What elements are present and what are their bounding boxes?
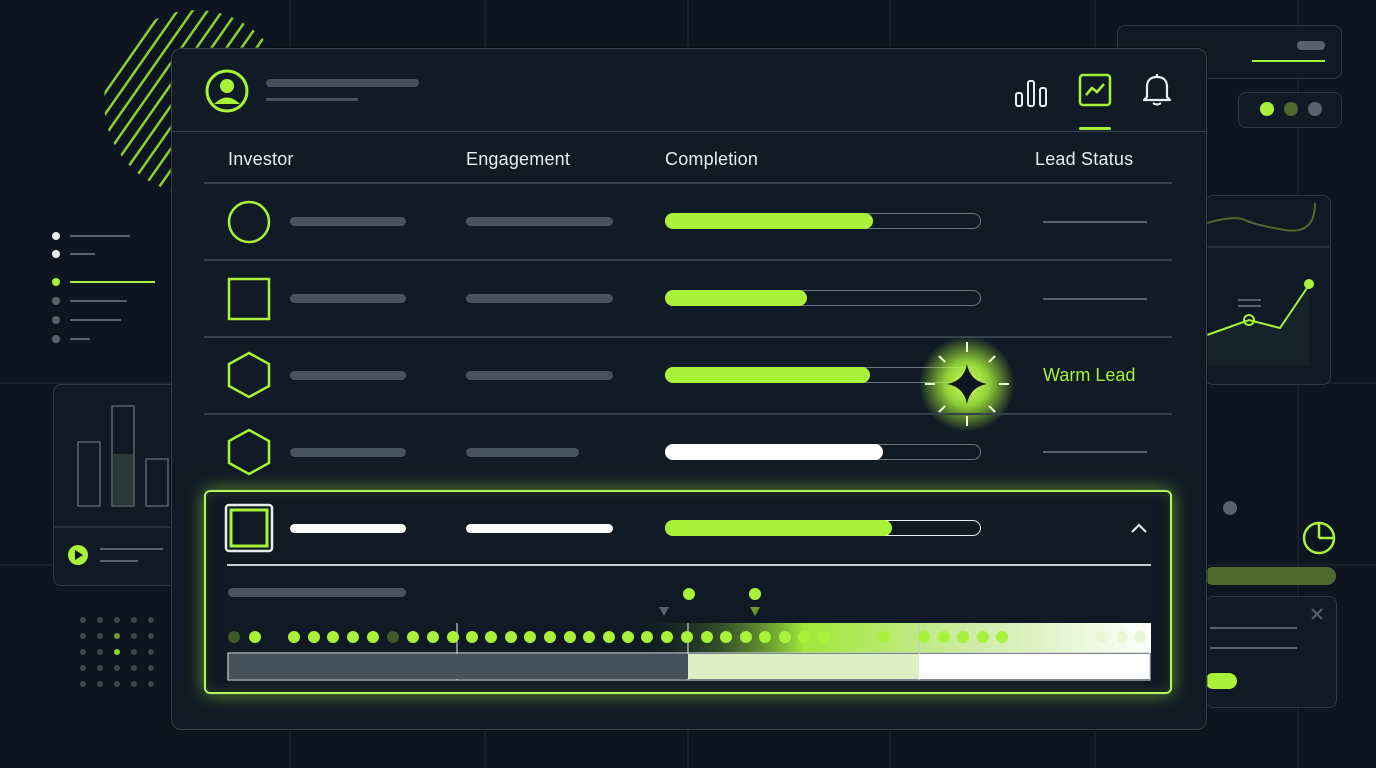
bg-bar-chart [53, 405, 183, 565]
timeline-dot [661, 631, 673, 643]
timeline-dot [485, 631, 497, 643]
engagement-placeholder [466, 294, 613, 303]
timeline-dot [447, 631, 459, 643]
row-divider [204, 413, 1172, 415]
column-header-investor[interactable]: Investor [228, 149, 294, 170]
completion-progress-bar [664, 289, 981, 306]
investor-name-placeholder [290, 448, 406, 457]
lead-status-placeholder [1043, 451, 1147, 453]
engagement-placeholder [466, 217, 613, 226]
timeline-dot [918, 631, 930, 643]
column-header-completion[interactable]: Completion [665, 149, 758, 170]
timeline-dot [957, 631, 969, 643]
bg-pie-decor [1204, 501, 1336, 585]
completion-progress-bar [664, 212, 981, 229]
timeline-dot [798, 631, 810, 643]
hexagon-icon [227, 428, 271, 476]
square-icon [224, 503, 274, 553]
header-subtitle-placeholder [266, 98, 358, 101]
column-header-lead-status[interactable]: Lead Status [1035, 149, 1133, 170]
timeline-dot [228, 631, 240, 643]
progress-fill [664, 519, 893, 536]
progress-fill [664, 443, 883, 460]
lead-status-placeholder [1043, 298, 1147, 300]
timeline-dot [740, 631, 752, 643]
timeline-dot [387, 631, 399, 643]
timeline-dot [407, 631, 419, 643]
timeline-dot [622, 631, 634, 643]
bell-icon[interactable] [1140, 72, 1174, 106]
expanded-divider [227, 564, 1151, 566]
timeline-dot [1096, 631, 1108, 643]
left-list-decoration [52, 232, 155, 343]
investor-name-placeholder [290, 294, 406, 303]
timeline-dot [681, 631, 693, 643]
engagement-timeline [227, 588, 1151, 681]
completion-progress-bar [664, 519, 981, 536]
timeline-dot [1116, 631, 1128, 643]
timeline-dot [367, 631, 379, 643]
timeline-dot [427, 631, 439, 643]
investor-name-placeholder [290, 524, 406, 533]
window-header [172, 49, 1206, 132]
square-icon [227, 277, 271, 321]
lead-status-badge: Warm Lead [1043, 365, 1136, 385]
engagement-placeholder [466, 448, 579, 457]
bg-modal-decor [1205, 608, 1323, 689]
chevron-up-icon[interactable] [1129, 521, 1149, 535]
timeline-dot [603, 631, 615, 643]
progress-fill [664, 366, 870, 383]
timeline-dot [288, 631, 300, 643]
lead-status-placeholder [1043, 221, 1147, 223]
investor-name-placeholder [290, 371, 406, 380]
header-divider [204, 182, 1172, 184]
timeline-dot [564, 631, 576, 643]
bg-dots-decor [1260, 102, 1322, 116]
timeline-dot [720, 631, 732, 643]
column-header-engagement[interactable]: Engagement [466, 149, 570, 170]
timeline-dot [327, 631, 339, 643]
timeline-dot [1134, 631, 1146, 643]
sparkle-icon [919, 336, 1015, 432]
row-divider [204, 259, 1172, 261]
timeline-dot [759, 631, 771, 643]
timeline-dot [938, 631, 950, 643]
row-divider [204, 336, 1172, 338]
timeline-dot [249, 631, 261, 643]
timeline-dot [779, 631, 791, 643]
timeline-dot [505, 631, 517, 643]
circle-icon [227, 200, 271, 244]
timeline-dot [524, 631, 536, 643]
header-title-placeholder [266, 79, 419, 87]
active-tab-indicator [1079, 127, 1111, 130]
timeline-dot [308, 631, 320, 643]
timeline-dot [996, 631, 1008, 643]
bg-dot-grid [80, 617, 154, 687]
bar-chart-icon[interactable] [1014, 75, 1048, 109]
investor-name-placeholder [290, 217, 406, 226]
timeline-dot [544, 631, 556, 643]
timeline-dot [818, 631, 830, 643]
crm-window: Investor Engagement Completion Lead Stat… [171, 48, 1207, 730]
timeline-dot [701, 631, 713, 643]
timeline-dot [466, 631, 478, 643]
line-chart-icon[interactable] [1078, 73, 1112, 107]
engagement-placeholder [466, 524, 613, 533]
completion-progress-bar [664, 443, 981, 460]
engagement-placeholder [466, 371, 613, 380]
progress-fill [664, 289, 807, 306]
timeline-dot [347, 631, 359, 643]
user-avatar-icon[interactable] [205, 69, 249, 113]
timeline-dot [641, 631, 653, 643]
timeline-dot [977, 631, 989, 643]
timeline-dot [878, 631, 890, 643]
bg-line-chart [1205, 202, 1329, 365]
timeline-dot [583, 631, 595, 643]
progress-fill [664, 212, 874, 229]
hexagon-icon [227, 351, 271, 399]
